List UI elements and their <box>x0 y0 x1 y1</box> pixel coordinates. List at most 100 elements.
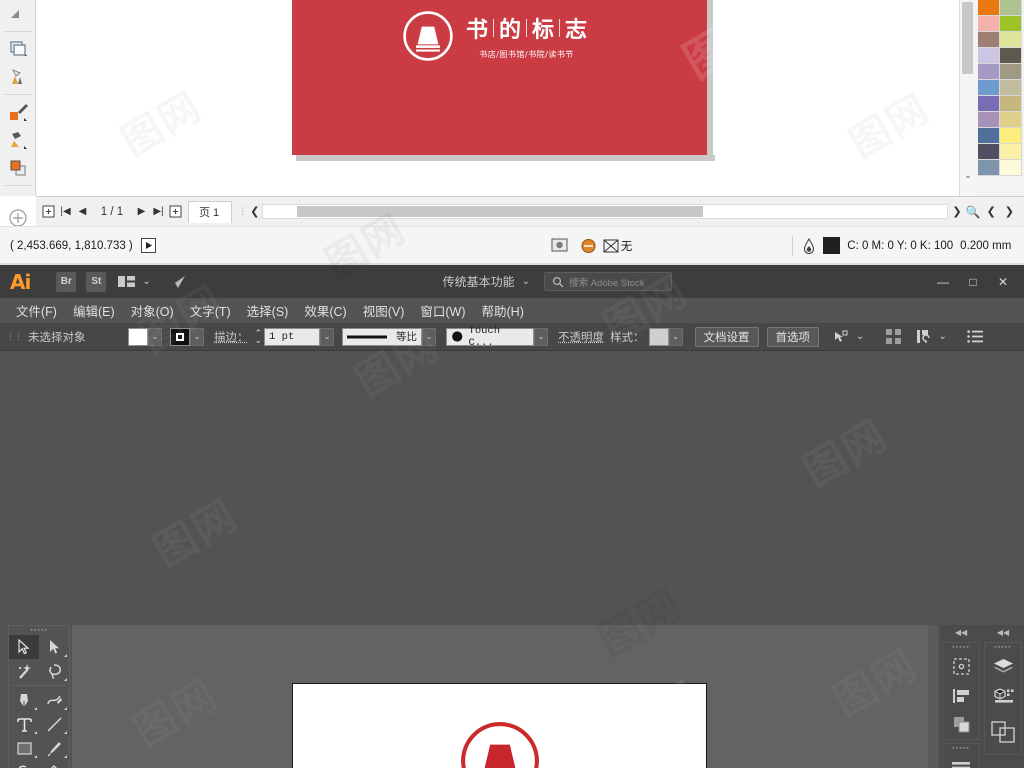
scroll-left-arrow[interactable]: ❮ <box>250 205 259 218</box>
libraries-panel-icon[interactable] <box>985 681 1021 710</box>
color-swatch[interactable] <box>978 96 1000 112</box>
color-swatch[interactable] <box>1000 112 1022 128</box>
illustrator-artboard[interactable]: 书 的 标 志 书店/图书馆/书院/读书节 <box>292 683 707 768</box>
adobe-stock-search-input[interactable]: 搜索 Adobe Stock <box>544 272 673 291</box>
zoom-preview-icon[interactable]: 🔍 <box>966 205 981 219</box>
panel-group-appearance[interactable]: ▪▪▪▪▪ <box>942 743 980 768</box>
opacity-label[interactable]: 不透明度 <box>558 329 604 345</box>
chevron-down-icon[interactable]: ⌄ <box>856 331 864 342</box>
color-swatch[interactable] <box>1000 16 1022 32</box>
menu-edit[interactable]: 编辑(E) <box>65 301 123 320</box>
panel-grip[interactable]: ▪▪▪▪▪ <box>943 744 979 753</box>
stroke-color-swatch[interactable] <box>170 327 190 346</box>
fill-stroke-tool[interactable] <box>0 154 36 182</box>
previous-page-button[interactable]: ◀ <box>74 202 91 222</box>
transform-icon[interactable] <box>917 329 933 344</box>
color-swatch[interactable] <box>1000 128 1022 144</box>
delete-page-icon[interactable] <box>167 202 184 222</box>
color-swatch[interactable] <box>978 144 1000 160</box>
collapse-panels-icon[interactable]: ◀◀ <box>940 625 982 639</box>
color-swatch[interactable] <box>978 64 1000 80</box>
menu-select[interactable]: 选择(S) <box>239 301 297 320</box>
stroke-weight-stepper[interactable]: ⌃ ⌄ <box>255 328 263 344</box>
indesign-page-navigation-bar[interactable]: |◀ ◀ 1 / 1 ▶ ▶| 页 1 ⋮ ❮ ❯ 🔍 ❮ ❯ <box>36 196 1024 226</box>
paintbrush-tool[interactable] <box>39 736 69 760</box>
page-indicator[interactable]: 1 / 1 <box>91 206 133 218</box>
paragraph-panel-icon[interactable] <box>943 753 979 768</box>
illustrator-control-bar[interactable]: ⋮⋮ 未选择对象 ⌄ ⌄ 描边： ⌃ ⌄ 1 pt ⌄ 等比 ⌄ Touch C.… <box>0 323 1024 351</box>
maximize-button[interactable]: □ <box>958 265 988 298</box>
stroke-dropdown-arrow[interactable]: ⌄ <box>190 327 204 346</box>
document-setup-button[interactable]: 文档设置 <box>694 326 759 347</box>
preflight-monitor-icon[interactable] <box>551 238 568 254</box>
gradient-feather-tool[interactable] <box>0 63 36 91</box>
page-tab[interactable]: 页 1 <box>188 200 233 223</box>
panel-grip[interactable]: ▪▪▪▪▪ <box>985 643 1021 652</box>
illustrator-vertical-scrollbar[interactable] <box>928 625 938 768</box>
brush-dropdown-arrow[interactable]: ⌄ <box>534 327 549 346</box>
scrollbar-thumb[interactable] <box>297 206 704 217</box>
panel-group-layers[interactable]: ▪▪▪▪▪ <box>984 642 1022 755</box>
arrange-documents-icon[interactable]: ⌄ <box>118 275 151 289</box>
color-swatch[interactable] <box>978 128 1000 144</box>
collapse-panels-icon[interactable]: ◀◀ <box>982 625 1024 639</box>
color-swatch[interactable] <box>978 32 1000 48</box>
panel-group-transform[interactable]: ▪▪▪▪▪ <box>942 642 980 740</box>
workspace-switcher[interactable]: 传统基本功能 <box>443 273 515 290</box>
menu-view[interactable]: 视图(V) <box>355 301 413 320</box>
preflight-status-icon[interactable] <box>580 238 597 254</box>
panel-options-icon[interactable] <box>967 330 983 343</box>
color-swatch[interactable] <box>1000 144 1022 160</box>
last-page-button[interactable]: ▶| <box>150 202 167 222</box>
indesign-canvas[interactable]: 书 的 标 志 书店/图书馆/书院/读书节 <box>36 0 966 196</box>
scroll-down-arrow[interactable]: ⌄ <box>960 168 976 182</box>
color-swatch[interactable] <box>1000 80 1022 96</box>
menu-help[interactable]: 帮助(H) <box>474 301 532 320</box>
align-panel-icon[interactable] <box>943 681 979 710</box>
layers-panel-icon[interactable] <box>985 652 1021 681</box>
color-swatch[interactable] <box>978 0 1000 16</box>
indesign-swatches-panel[interactable] <box>975 0 1024 196</box>
stock-button[interactable]: St <box>86 271 107 292</box>
new-page-icon[interactable] <box>40 202 57 222</box>
transform-panel-icon[interactable] <box>943 652 979 681</box>
color-swatch[interactable] <box>1000 32 1022 48</box>
color-swatch[interactable] <box>978 80 1000 96</box>
scroll-grip[interactable]: ⋮ <box>238 206 247 217</box>
panel-grip[interactable]: ▪▪▪▪▪ <box>943 643 979 652</box>
coordinates-menu-icon[interactable] <box>140 238 156 253</box>
color-swatch[interactable] <box>978 16 1000 32</box>
illustrator-panel-rail-right[interactable]: ◀◀ ▪▪▪▪▪ <box>982 625 1024 768</box>
gradient-swatch-tool[interactable] <box>0 126 36 154</box>
curvature-tool[interactable] <box>39 688 69 712</box>
indesign-horizontal-scrollbar[interactable] <box>262 204 949 219</box>
selection-tool[interactable] <box>9 635 39 659</box>
illustrator-menu-bar[interactable]: 文件(F) 编辑(E) 对象(O) 文字(T) 选择(S) 效果(C) 视图(V… <box>0 298 1024 323</box>
control-bar-grip[interactable]: ⋮⋮ <box>6 331 23 342</box>
illustrator-canvas[interactable]: 书 的 标 志 书店/图书馆/书院/读书节 <box>72 625 938 768</box>
color-swatch[interactable] <box>1000 64 1022 80</box>
go-to-start-icon[interactable] <box>167 274 187 290</box>
brush-definition-field[interactable]: Touch C... <box>446 325 535 349</box>
color-swatch[interactable] <box>978 48 1000 64</box>
toolbox-grip[interactable]: ▪▪▪▪▪ <box>9 626 69 635</box>
frame-tool[interactable] <box>0 35 36 63</box>
panel-prev-arrow[interactable]: ❮ <box>987 205 996 218</box>
magic-wand-tool[interactable] <box>9 659 39 683</box>
menu-object[interactable]: 对象(O) <box>123 301 182 320</box>
stroke-profile-dropdown-arrow[interactable]: ⌄ <box>422 327 437 346</box>
stroke-profile-field[interactable]: 等比 <box>342 327 423 346</box>
eyedropper-tool[interactable] <box>0 98 36 126</box>
color-swatch[interactable] <box>978 160 1000 176</box>
fill-dropdown-arrow[interactable]: ⌄ <box>148 327 162 346</box>
color-swatch[interactable] <box>1000 0 1022 16</box>
align-icon[interactable] <box>886 329 902 344</box>
first-page-button[interactable]: |◀ <box>57 202 74 222</box>
next-page-button[interactable]: ▶ <box>133 202 150 222</box>
type-tool[interactable] <box>9 712 39 736</box>
menu-type[interactable]: 文字(T) <box>182 301 239 320</box>
indesign-page[interactable]: 书 的 标 志 书店/图书馆/书院/读书节 <box>292 0 707 155</box>
panel-next-arrow[interactable]: ❯ <box>1005 205 1014 218</box>
lasso-tool[interactable] <box>39 659 69 683</box>
line-segment-tool[interactable] <box>39 712 69 736</box>
